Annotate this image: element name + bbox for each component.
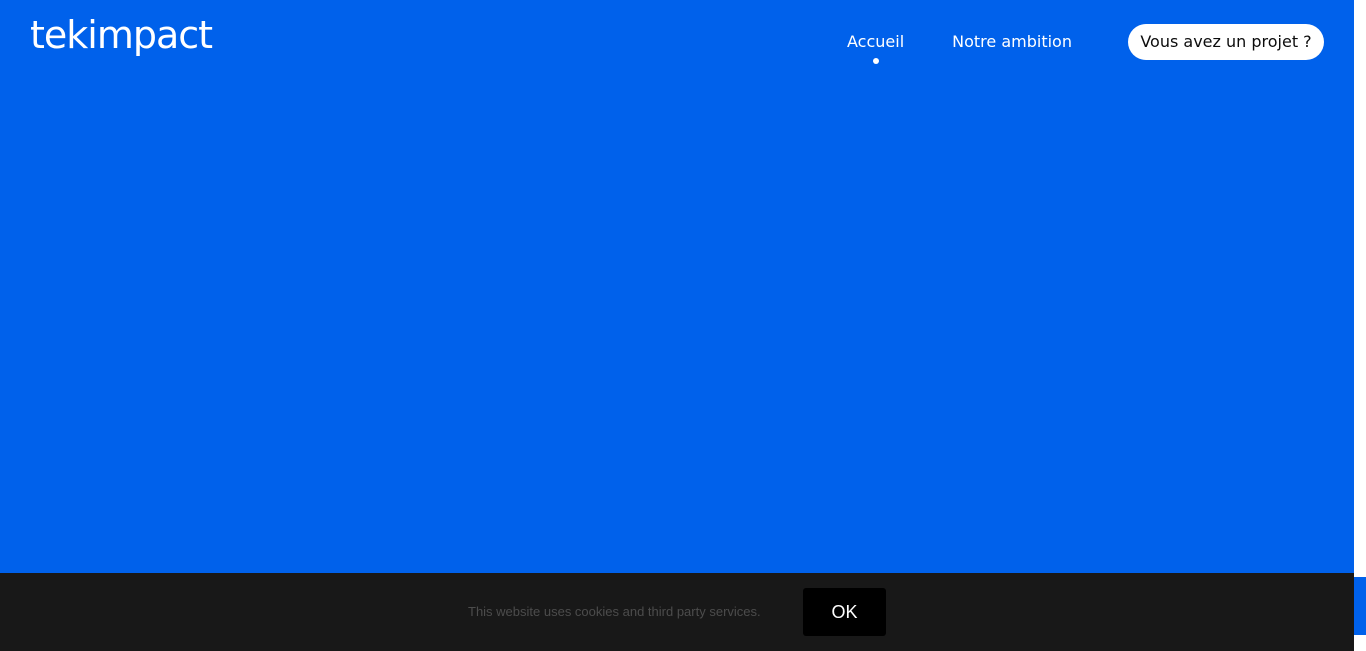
- project-cta-button[interactable]: Vous avez un projet ?: [1128, 24, 1324, 60]
- nav-accueil-label: Accueil: [847, 32, 905, 51]
- nav-notre-ambition[interactable]: Notre ambition: [935, 24, 1089, 60]
- main-nav: Accueil Notre ambition: [830, 24, 1089, 64]
- tekimpact-logo[interactable]: tekimpact: [30, 12, 230, 62]
- logo-text: tekimpact: [30, 13, 212, 57]
- cookie-ok-button[interactable]: OK: [803, 588, 886, 636]
- active-indicator-dot: [872, 58, 879, 64]
- nav-accueil[interactable]: Accueil: [830, 24, 921, 64]
- nav-notre-ambition-label: Notre ambition: [952, 32, 1072, 51]
- hero-section: [0, 0, 1354, 651]
- cookie-message: This website uses cookies and third part…: [468, 604, 761, 619]
- scrollbar-track[interactable]: [1354, 0, 1366, 651]
- page: tekimpact Accueil Notre ambition Vous av…: [0, 0, 1366, 651]
- scrollbar-thumb[interactable]: [1354, 577, 1366, 635]
